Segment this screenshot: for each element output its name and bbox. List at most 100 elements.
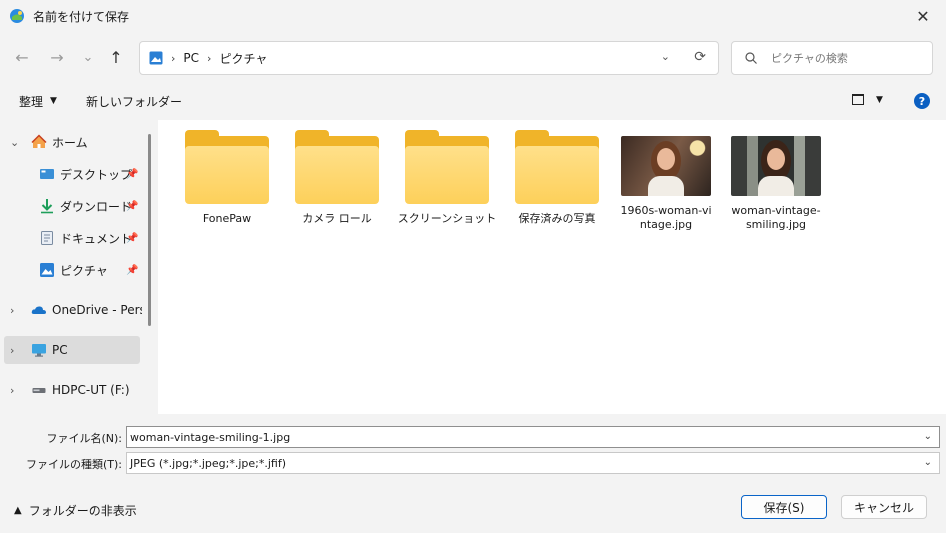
forward-button[interactable]: → [45,45,69,69]
search-box[interactable] [731,41,933,75]
folder-icon [295,130,379,204]
file-name: カメラ ロール [302,212,372,225]
up-arrow-icon: ↑ [109,47,123,67]
search-input[interactable] [771,51,921,65]
sidebar-item-label: HDPC-UT (F:) [52,383,130,397]
pictures-icon [149,51,163,65]
desktop-icon [40,169,54,179]
save-button[interactable]: 保存(S) [741,495,827,519]
file-list: FonePaw カメラ ロール スクリーンショット 保存済みの写真 1960s-… [158,120,946,414]
filetype-value: JPEG (*.jpg;*.jpeg;*.jpe;*.jfif) [130,456,287,470]
sidebar-item-pc[interactable]: › PC [4,336,140,364]
organize-label: 整理 [19,94,44,109]
sidebar-item-downloads[interactable]: ダウンロード 📌 [0,192,150,220]
view-icon [852,94,864,105]
folder-icon [515,130,599,204]
filename-value: woman-vintage-smiling-1.jpg [130,430,291,444]
image-thumbnail [731,136,821,196]
sidebar-item-pictures[interactable]: ピクチャ 📌 [0,256,150,284]
folder-icon [405,130,489,204]
sidebar-item-label: ピクチャ [60,263,108,278]
file-name: 1960s-woman-vi ntage.jpg [620,204,712,231]
sidebar-item-drive-f[interactable]: › HDPC-UT (F:) [0,376,150,404]
close-icon: ✕ [916,6,930,26]
sidebar-scrollbar[interactable] [148,134,151,326]
sidebar-item-label: ドキュメント [60,231,133,246]
file-name: woman-vintage-smiling.jpg [731,204,821,231]
pin-icon: 📌 [126,168,139,180]
command-bar: 整理 ▼ 新しいフォルダー ▼ ? [0,86,946,116]
sidebar-item-desktop[interactable]: デスクトップ 📌 [0,160,150,188]
breadcrumb-pc[interactable]: PC [183,51,199,65]
cancel-button[interactable]: キャンセル [841,495,927,519]
close-button[interactable]: ✕ [900,0,946,32]
save-form: ファイル名(N): woman-vintage-smiling-1.jpg ⌄ … [0,414,946,480]
file-item-folder[interactable]: カメラ ロール [282,130,392,226]
download-icon [41,199,53,214]
file-name: FonePaw [202,212,252,225]
back-arrow-icon: ← [15,47,29,67]
chevron-down-icon[interactable]: ⌄ [661,50,670,63]
sidebar-item-label: ダウンロード [60,199,133,214]
sidebar-item-home[interactable]: ⌄ ホーム [0,128,150,156]
file-item-folder[interactable]: FonePaw [172,130,282,226]
file-item-image[interactable]: 1960s-woman-vi ntage.jpg [611,134,721,232]
address-bar[interactable]: › PC › ピクチャ ⌄ ⟳ [139,41,719,75]
breadcrumb-pictures[interactable]: ピクチャ [219,50,267,67]
view-options-button[interactable]: ▼ [852,94,883,105]
onedrive-icon [31,306,46,314]
filetype-label: ファイルの種類(T): [25,458,122,471]
home-icon [31,134,47,148]
pin-icon: 📌 [126,232,139,244]
file-item-image[interactable]: woman-vintage-smiling.jpg [721,134,831,232]
navigation-pane: ⌄ ホーム デスクトップ 📌 ダウンロード 📌 ドキュメント 📌 ピクチャ 📌 … [0,120,158,414]
chevron-right-icon[interactable]: › [10,304,14,317]
chevron-down-icon[interactable]: ⌄ [10,136,19,149]
sidebar-item-label: PC [52,343,68,357]
address-row: ← → ⌄ ↑ › PC › ピクチャ ⌄ ⟳ [0,36,946,78]
help-icon: ? [918,94,926,108]
organize-button[interactable]: 整理 ▼ [19,93,57,110]
hide-folders-button[interactable]: ▲ フォルダーの非表示 [14,502,137,519]
image-thumbnail [621,136,711,196]
chevron-up-icon: ▲ [14,505,22,516]
hide-folders-label: フォルダーの非表示 [28,504,137,518]
caret-down-icon: ▼ [50,96,57,106]
search-icon [745,52,757,64]
file-name: 保存済みの写真 [518,212,596,225]
sidebar-item-label: デスクトップ [60,167,133,182]
breadcrumb-separator: › [171,51,176,65]
refresh-icon[interactable]: ⟳ [694,49,706,65]
title-bar: 名前を付けて保存 ✕ [0,0,946,32]
filetype-select[interactable]: JPEG (*.jpg;*.jpeg;*.jpe;*.jfif) ⌄ [126,452,940,474]
sidebar-item-onedrive[interactable]: › OneDrive - Perso [0,296,142,324]
pc-icon [32,344,46,357]
document-icon [41,231,53,245]
app-icon [10,9,24,23]
help-button[interactable]: ? [914,93,930,109]
dialog-footer: ▲ フォルダーの非表示 保存(S) キャンセル [0,480,946,533]
file-name: スクリーンショット [397,212,497,225]
chevron-down-icon: ⌄ [82,49,94,65]
chevron-down-icon[interactable]: ⌄ [924,431,932,442]
caret-down-icon: ▼ [876,94,883,105]
sidebar-item-documents[interactable]: ドキュメント 📌 [0,224,150,252]
sidebar-item-label: OneDrive - Perso [52,303,142,317]
file-item-folder[interactable]: スクリーンショット [392,130,502,226]
chevron-down-icon[interactable]: ⌄ [924,457,932,468]
chevron-right-icon[interactable]: › [10,344,14,357]
new-folder-button[interactable]: 新しいフォルダー [86,93,182,110]
folder-icon [185,130,269,204]
recent-locations-button[interactable]: ⌄ [76,45,100,69]
sidebar-item-label: ホーム [52,135,88,150]
breadcrumb-separator: › [207,51,212,65]
up-button[interactable]: ↑ [104,45,128,69]
filename-input[interactable]: woman-vintage-smiling-1.jpg ⌄ [126,426,940,448]
chevron-right-icon[interactable]: › [10,384,14,397]
pin-icon: 📌 [126,200,139,212]
window-title: 名前を付けて保存 [33,9,130,24]
back-button[interactable]: ← [10,45,34,69]
pin-icon: 📌 [126,264,139,276]
file-item-folder[interactable]: 保存済みの写真 [502,130,612,226]
forward-arrow-icon: → [50,47,64,67]
